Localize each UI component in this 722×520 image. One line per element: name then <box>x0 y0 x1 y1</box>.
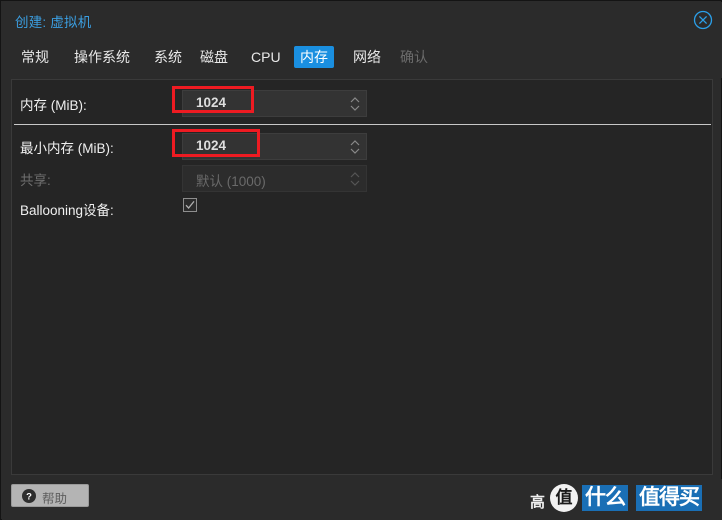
memory-spinner-arrows[interactable] <box>344 91 366 116</box>
create-vm-dialog: 创建: 虚拟机 常规 操作系统 系统 磁盘 CPU 内存 网络 确认 内存 (M… <box>0 0 722 520</box>
footer-bar: ? 帮助 高 值 什么 值得买 <box>2 479 722 520</box>
window-title: 创建: 虚拟机 <box>15 15 92 30</box>
min-memory-value: 1024 <box>196 138 227 153</box>
tab-general[interactable]: 常规 <box>15 46 55 68</box>
help-button-label: 帮助 <box>42 492 68 506</box>
watermark-part1: 什么 <box>582 485 628 511</box>
tab-system[interactable]: 系统 <box>148 46 188 68</box>
svg-text:?: ? <box>26 492 32 503</box>
memory-value: 1024 <box>196 95 227 110</box>
tab-network[interactable]: 网络 <box>347 46 387 68</box>
tab-memory[interactable]: 内存 <box>294 46 334 68</box>
ballooning-checkbox[interactable] <box>183 198 197 212</box>
shares-spinbox: 默认 (1000) <box>182 165 367 192</box>
tab-os[interactable]: 操作系统 <box>68 46 136 68</box>
min-memory-row: 最小内存 (MiB): 1024 <box>12 133 712 161</box>
shares-label: 共享: <box>20 173 51 188</box>
section-divider <box>14 124 711 125</box>
watermark-logo: 高 值 什么 值得买 <box>526 481 721 515</box>
memory-row: 内存 (MiB): 1024 <box>12 90 712 118</box>
close-circle-icon[interactable] <box>693 10 713 30</box>
watermark-prefix: 高 <box>530 493 546 511</box>
question-mark-icon: ? <box>22 489 36 508</box>
memory-settings-panel: 内存 (MiB): 1024 最小内存 (MiB): 1024 共享: 默认 (… <box>11 79 713 475</box>
shares-row: 共享: 默认 (1000) <box>12 165 712 193</box>
ballooning-label: Ballooning设备: <box>20 203 114 218</box>
ballooning-row: Ballooning设备: <box>12 195 712 223</box>
watermark-badge: 值 <box>550 484 578 512</box>
tab-cpu[interactable]: CPU <box>245 46 287 68</box>
shares-spinner-arrows <box>344 166 366 191</box>
help-button[interactable]: ? 帮助 <box>11 484 89 507</box>
tab-bar: 常规 操作系统 系统 磁盘 CPU 内存 网络 确认 <box>2 38 722 78</box>
tab-confirm: 确认 <box>400 49 428 65</box>
min-memory-label: 最小内存 (MiB): <box>20 141 114 156</box>
watermark-part2: 值得买 <box>636 485 702 511</box>
title-bar: 创建: 虚拟机 <box>2 2 722 38</box>
memory-label: 内存 (MiB): <box>20 98 87 113</box>
min-memory-spinbox[interactable]: 1024 <box>182 133 367 160</box>
shares-value: 默认 (1000) <box>196 174 266 189</box>
min-memory-spinner-arrows[interactable] <box>344 134 366 159</box>
memory-spinbox[interactable]: 1024 <box>182 90 367 117</box>
tab-disk[interactable]: 磁盘 <box>194 46 234 68</box>
